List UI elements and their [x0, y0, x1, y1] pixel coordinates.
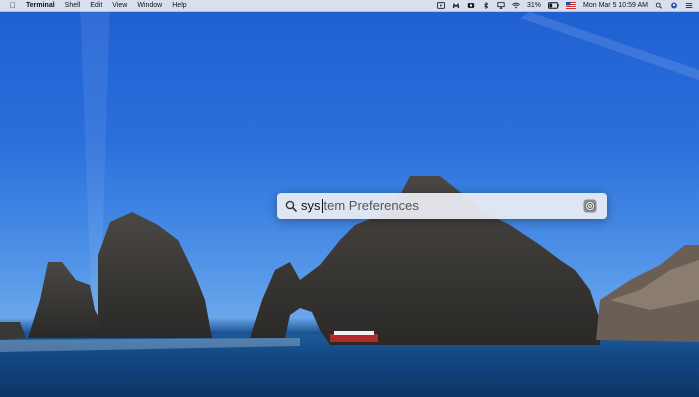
user-icon[interactable] [670, 2, 678, 9]
clock[interactable]: Mon Mar 5 10:59 AM [583, 0, 648, 11]
screen-record-icon[interactable] [437, 2, 445, 9]
menu-window[interactable]: Window [137, 0, 162, 11]
app-menu-terminal[interactable]: Terminal [26, 0, 55, 11]
wifi-icon[interactable] [512, 2, 520, 9]
system-preferences-icon [583, 199, 597, 213]
typed-text: sys [301, 198, 321, 213]
menu-edit[interactable]: Edit [90, 0, 102, 11]
autocomplete-text: tem Preferences [323, 198, 419, 213]
menu-shell[interactable]: Shell [65, 0, 81, 11]
text-caret [321, 199, 323, 213]
menu-help[interactable]: Help [172, 0, 186, 11]
menu-view[interactable]: View [112, 0, 127, 11]
bluetooth-icon[interactable] [482, 2, 490, 9]
spotlight-menu-icon[interactable] [655, 2, 663, 9]
spotlight-query[interactable]: sys tem Preferences [301, 197, 419, 215]
spotlight-search-bar[interactable]: sys tem Preferences [277, 193, 607, 219]
search-icon [285, 200, 297, 212]
airplay-icon[interactable] [497, 2, 505, 9]
apple-menu-icon[interactable]:  [10, 0, 16, 11]
battery-percent: 31% [527, 2, 542, 9]
us-flag-icon[interactable] [566, 2, 577, 9]
battery-icon[interactable] [548, 2, 559, 9]
list-icon[interactable] [685, 2, 693, 9]
menu-bar:  Terminal Shell Edit View Window Help 3… [0, 0, 699, 12]
malwarebytes-icon[interactable] [452, 2, 460, 9]
cloud-app-icon[interactable] [467, 2, 475, 9]
